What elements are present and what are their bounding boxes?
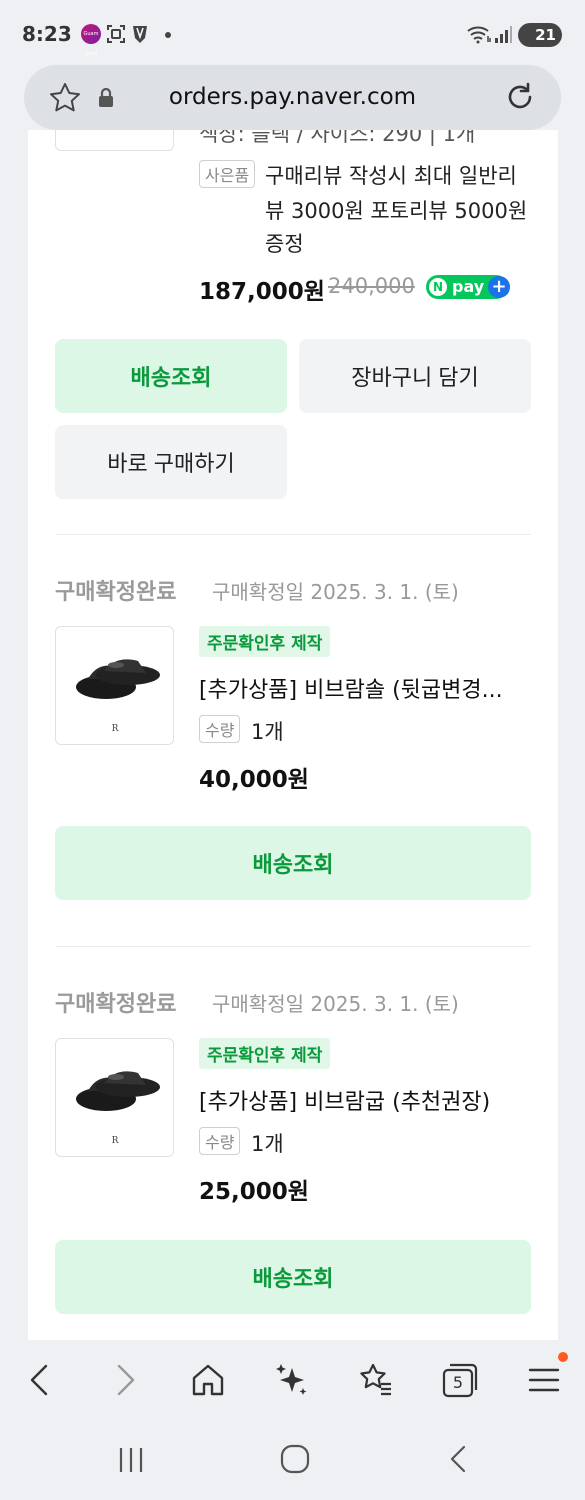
menu-notification-dot	[558, 1352, 568, 1362]
gift-text-line-2: 뷰 3000원 포토리뷰 5000원	[265, 199, 528, 223]
page-content: R 색상: 블랙 / 사이즈: 290 | 1개 사은품 구매리뷰 작성시 최대…	[0, 130, 585, 1340]
add-to-cart-button[interactable]: 장바구니 담기	[299, 339, 531, 413]
item-price: 40,000원	[199, 767, 309, 793]
buy-now-button[interactable]: 바로 구매하기	[55, 425, 287, 499]
quantity-value: 1개	[251, 1132, 284, 1156]
svg-text:R: R	[112, 1136, 119, 1146]
tabs-button[interactable]: 5	[440, 1360, 480, 1400]
order-divider	[56, 534, 531, 535]
home-button-icon[interactable]	[275, 1442, 315, 1478]
product-thumbnail[interactable]: R	[55, 626, 174, 745]
bookmarks-icon[interactable]	[355, 1360, 395, 1400]
black-slipper-image: R	[76, 1071, 160, 1146]
brand-logo-icon: R	[56, 130, 174, 151]
browser-toolbar: 5	[0, 1340, 585, 1420]
product-title[interactable]: [추가상품] 비브람굽 (추천권장)	[199, 1084, 490, 1116]
battery-indicator: 21	[518, 23, 562, 47]
url-text[interactable]: orders.pay.naver.com	[24, 84, 561, 110]
menu-icon[interactable]	[524, 1360, 564, 1400]
npay-plus-badge: N pay +	[426, 275, 510, 299]
product-thumbnail[interactable]: R	[55, 1038, 174, 1157]
reload-icon[interactable]	[503, 80, 537, 114]
track-delivery-button[interactable]: 배송조회	[55, 339, 287, 413]
quantity-value: 1개	[251, 720, 284, 744]
npay-label: pay	[452, 277, 485, 296]
gift-label: 사은품	[199, 160, 256, 188]
sale-price: 187,000원	[199, 279, 325, 305]
status-time: 8:23	[22, 22, 72, 46]
screenshot-icon	[107, 25, 125, 43]
notification-dot	[165, 32, 171, 38]
system-back-icon[interactable]	[438, 1442, 478, 1478]
product-thumbnail[interactable]: R	[55, 130, 174, 151]
order-status: 구매확정완료	[55, 580, 177, 605]
gift-text-line-3: 증정	[265, 232, 304, 256]
made-to-order-tag: 주문확인후 제작	[199, 626, 331, 657]
home-icon[interactable]	[188, 1360, 228, 1400]
back-icon[interactable]	[20, 1360, 60, 1400]
order-status: 구매확정완료	[55, 992, 177, 1017]
quantity-label: 수량	[199, 715, 241, 743]
signal-icon	[495, 26, 512, 43]
forward-icon[interactable]	[105, 1360, 145, 1400]
order-divider	[56, 946, 531, 947]
track-delivery-button[interactable]: 배송조회	[55, 826, 531, 900]
confirm-date: 구매확정일 2025. 3. 1. (토)	[212, 580, 459, 604]
quantity-label: 수량	[199, 1127, 241, 1155]
shield-app-icon	[133, 26, 147, 43]
orders-card: R 색상: 블랙 / 사이즈: 290 | 1개 사은품 구매리뷰 작성시 최대…	[28, 130, 558, 1340]
guam-good-app-icon: Guam good	[81, 24, 101, 57]
status-bar: 8:23 Guam good 21	[0, 0, 585, 66]
product-title[interactable]: [추가상품] 비브람솔 (뒷굽변경...	[199, 672, 503, 704]
wifi-icon	[467, 26, 491, 44]
gift-text-line-1: 구매리뷰 작성시 최대 일반리	[265, 164, 517, 188]
option-text: 색상: 블랙 / 사이즈: 290 | 1개	[199, 130, 476, 146]
plus-icon: +	[488, 276, 510, 298]
original-price: 240,000	[328, 274, 415, 298]
confirm-date: 구매확정일 2025. 3. 1. (토)	[212, 992, 459, 1016]
black-slipper-image: R	[76, 659, 160, 734]
item-price: 25,000원	[199, 1179, 309, 1205]
track-delivery-button[interactable]: 배송조회	[55, 1240, 531, 1314]
recent-apps-icon[interactable]	[111, 1442, 151, 1478]
npay-n-icon: N	[429, 278, 447, 296]
address-bar[interactable]: orders.pay.naver.com	[24, 65, 561, 130]
tab-count: 5	[452, 1373, 464, 1392]
svg-text:R: R	[112, 724, 119, 734]
made-to-order-tag: 주문확인후 제작	[199, 1038, 331, 1069]
ai-sparkle-icon[interactable]	[272, 1360, 312, 1400]
system-navigation-bar	[0, 1420, 585, 1500]
